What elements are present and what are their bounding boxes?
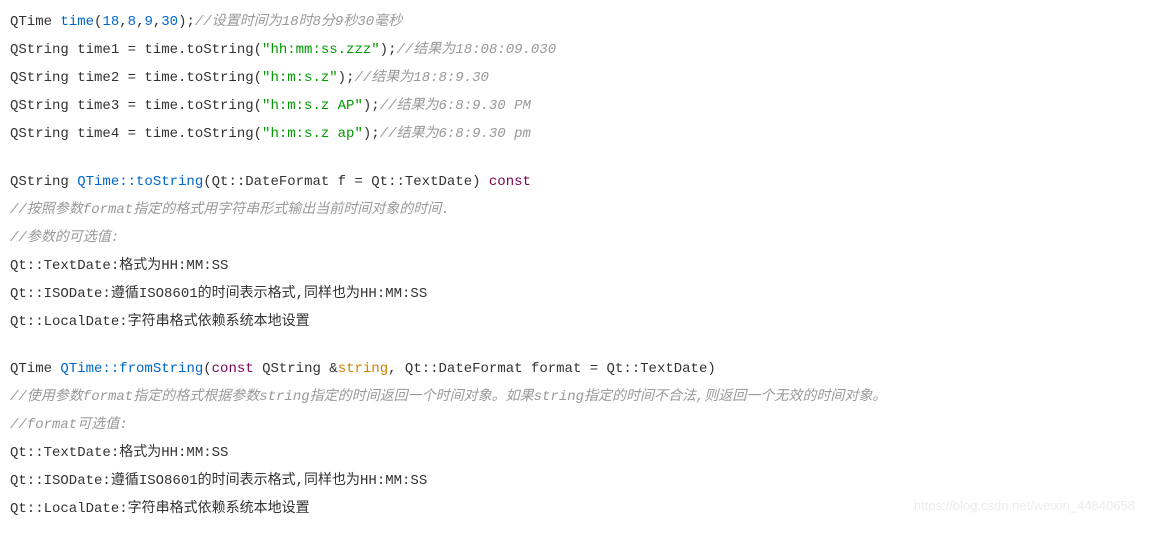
code-line-9: Qt::TextDate:格式为HH:MM:SS [10, 252, 1143, 280]
code-comment: //结果为6:8:9.30 pm [380, 126, 531, 142]
code-line-7: //按照参数format指定的格式用字符串形式输出当前时间对象的时间. [10, 196, 1143, 224]
code-line-1: QTime time(18,8,9,30);//设置时间为18时8分9秒30毫秒 [10, 8, 1143, 36]
code-line-5: QString time4 = time.toString("h:m:s.z a… [10, 120, 1143, 148]
code-line-15: Qt::TextDate:格式为HH:MM:SS [10, 439, 1143, 467]
code-comment: //结果为18:8:9.30 [354, 70, 488, 86]
code-text: QString time4 = time.toString( [10, 126, 262, 142]
code-text: QTime [10, 361, 60, 377]
code-text: ); [338, 70, 355, 86]
code-comment: //结果为18:08:09.030 [396, 42, 556, 58]
code-line-2: QString time1 = time.toString("hh:mm:ss.… [10, 36, 1143, 64]
code-text: Qt::LocalDate:字符串格式依赖系统本地设置 [10, 314, 310, 330]
code-line-8: //参数的可选值: [10, 224, 1143, 252]
code-text: Qt::LocalDate:字符串格式依赖系统本地设置 [10, 501, 310, 517]
code-comment: //按照参数format指定的格式用字符串形式输出当前时间对象的时间. [10, 202, 450, 218]
code-line-4: QString time3 = time.toString("h:m:s.z A… [10, 92, 1143, 120]
code-line-16: Qt::ISODate:遵循ISO8601的时间表示格式,同样也为HH:MM:S… [10, 467, 1143, 495]
code-line-11: Qt::LocalDate:字符串格式依赖系统本地设置 [10, 308, 1143, 336]
code-text: Qt::TextDate:格式为HH:MM:SS [10, 445, 228, 461]
code-text: , Qt::DateFormat format = Qt::TextDate) [388, 361, 716, 377]
code-comment: //format可选值: [10, 417, 128, 433]
code-line-14: //format可选值: [10, 411, 1143, 439]
code-comment: //结果为6:8:9.30 PM [380, 98, 531, 114]
code-text: QString time1 = time.toString( [10, 42, 262, 58]
code-comment: //参数的可选值: [10, 230, 119, 246]
number-literal: 18 [102, 14, 119, 30]
code-text: ); [363, 98, 380, 114]
code-text: QTime [10, 14, 60, 30]
string-literal: "hh:mm:ss.zzz" [262, 42, 380, 58]
code-text: , [119, 14, 127, 30]
code-text: QString & [254, 361, 338, 377]
code-text: QString time2 = time.toString( [10, 70, 262, 86]
code-text: ); [178, 14, 195, 30]
parameter: string [338, 361, 388, 377]
code-text: ); [380, 42, 397, 58]
code-line-6: QString QTime::toString(Qt::DateFormat f… [10, 168, 1143, 196]
code-text: (Qt::DateFormat f = Qt::TextDate) [203, 174, 489, 190]
string-literal: "h:m:s.z" [262, 70, 338, 86]
code-text: Qt::ISODate:遵循ISO8601的时间表示格式,同样也为HH:MM:S… [10, 473, 427, 489]
string-literal: "h:m:s.z ap" [262, 126, 363, 142]
code-text: QString time3 = time.toString( [10, 98, 262, 114]
blank-line [10, 336, 1143, 356]
function-name: time [60, 14, 94, 30]
number-literal: 9 [144, 14, 152, 30]
code-line-17: Qt::LocalDate:字符串格式依赖系统本地设置 [10, 495, 1143, 523]
keyword: const [489, 174, 531, 190]
code-comment: //使用参数format指定的格式根据参数string指定的时间返回一个时间对象… [10, 389, 886, 405]
code-text: ); [363, 126, 380, 142]
keyword: const [212, 361, 254, 377]
function-name: QTime::fromString [60, 361, 203, 377]
code-text: QString [10, 174, 77, 190]
code-line-3: QString time2 = time.toString("h:m:s.z")… [10, 64, 1143, 92]
code-text: Qt::ISODate:遵循ISO8601的时间表示格式,同样也为HH:MM:S… [10, 286, 427, 302]
code-text: Qt::TextDate:格式为HH:MM:SS [10, 258, 228, 274]
code-line-13: //使用参数format指定的格式根据参数string指定的时间返回一个时间对象… [10, 383, 1143, 411]
number-literal: 30 [161, 14, 178, 30]
code-comment: //设置时间为18时8分9秒30毫秒 [195, 14, 402, 30]
number-literal: 8 [128, 14, 136, 30]
string-literal: "h:m:s.z AP" [262, 98, 363, 114]
code-line-12: QTime QTime::fromString(const QString &s… [10, 355, 1143, 383]
code-line-10: Qt::ISODate:遵循ISO8601的时间表示格式,同样也为HH:MM:S… [10, 280, 1143, 308]
blank-line [10, 148, 1143, 168]
code-text: ( [203, 361, 211, 377]
function-name: QTime::toString [77, 174, 203, 190]
